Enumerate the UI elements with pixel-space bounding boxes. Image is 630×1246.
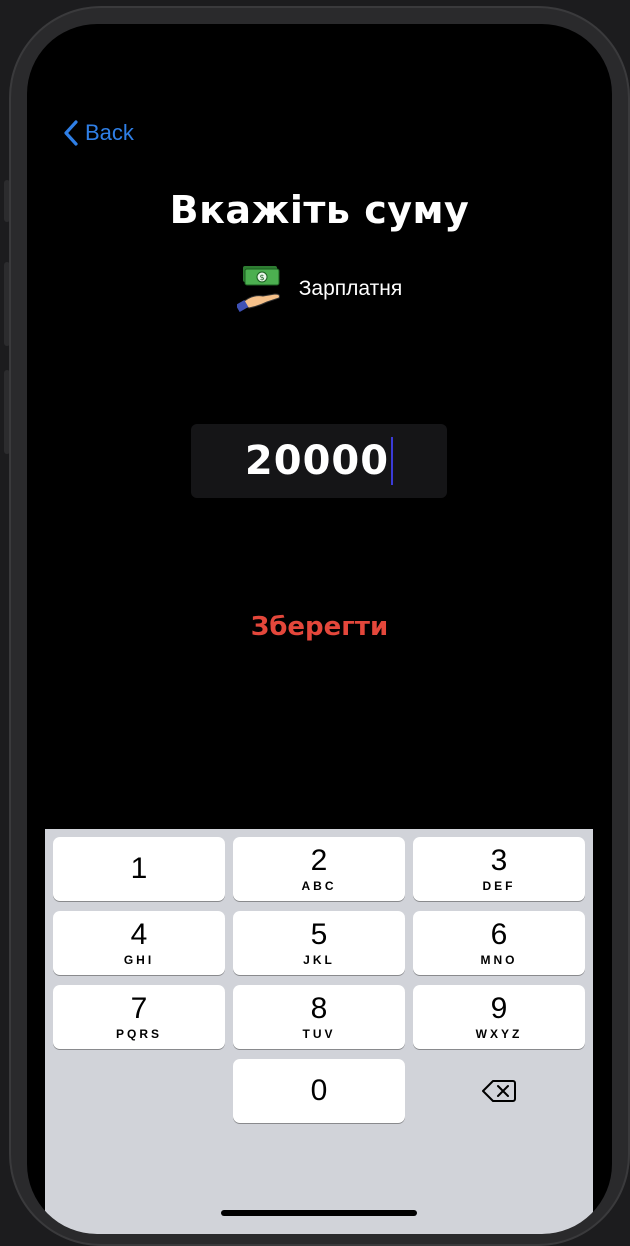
category-label: Зарплатня <box>298 277 403 300</box>
key-3[interactable]: 3 DEF <box>413 837 585 901</box>
key-letters: WXYZ <box>475 1027 523 1041</box>
key-digit: 0 <box>310 1074 328 1107</box>
backspace-icon <box>482 1080 516 1102</box>
svg-text:$: $ <box>259 273 264 282</box>
home-indicator[interactable] <box>221 1210 417 1216</box>
key-digit: 1 <box>130 852 148 885</box>
key-2[interactable]: 2 ABC <box>233 837 405 901</box>
delete-key[interactable] <box>413 1059 585 1123</box>
save-button[interactable]: Зберегти <box>27 612 612 642</box>
key-0[interactable]: 0 <box>233 1059 405 1123</box>
category-row: $ Зарплатня <box>27 264 612 314</box>
key-digit: 4 <box>130 918 148 951</box>
key-digit: 8 <box>310 992 328 1025</box>
money-hand-icon: $ <box>236 266 280 312</box>
amount-input[interactable]: 20000 <box>191 424 447 498</box>
text-caret <box>391 437 394 485</box>
key-letters: DEF <box>482 879 516 893</box>
key-8[interactable]: 8 TUV <box>233 985 405 1049</box>
key-1[interactable]: 1 <box>53 837 225 901</box>
chevron-left-icon <box>64 120 78 146</box>
key-digit: 6 <box>490 918 508 951</box>
key-7[interactable]: 7 PQRS <box>53 985 225 1049</box>
back-label: Back <box>85 120 134 145</box>
key-5[interactable]: 5 JKL <box>233 911 405 975</box>
back-button[interactable]: Back <box>63 120 134 146</box>
key-digit: 5 <box>310 918 328 951</box>
page-title: Вкажіть суму <box>169 188 470 232</box>
amount-value: 20000 <box>244 438 390 484</box>
key-letters: JKL <box>303 953 335 967</box>
key-letters: PQRS <box>115 1027 162 1041</box>
key-letters: ABC <box>301 879 337 893</box>
key-digit: 3 <box>490 844 508 877</box>
key-6[interactable]: 6 MNO <box>413 911 585 975</box>
key-digit: 2 <box>310 844 328 877</box>
key-9[interactable]: 9 WXYZ <box>413 985 585 1049</box>
key-digit: 9 <box>490 992 508 1025</box>
key-4[interactable]: 4 GHI <box>53 911 225 975</box>
key-letters: TUV <box>302 1027 336 1041</box>
key-digit: 7 <box>130 992 148 1025</box>
phone-screen: Back Вкажіть суму $ Зарплатня 20000 Збер… <box>27 24 612 1234</box>
key-letters: MNO <box>480 953 518 967</box>
numeric-keypad: 1 2 ABC 3 DEF 4 GHI 5 JKL 6 MNO 7 PQRS 8… <box>45 829 593 1234</box>
key-letters: GHI <box>123 953 155 967</box>
